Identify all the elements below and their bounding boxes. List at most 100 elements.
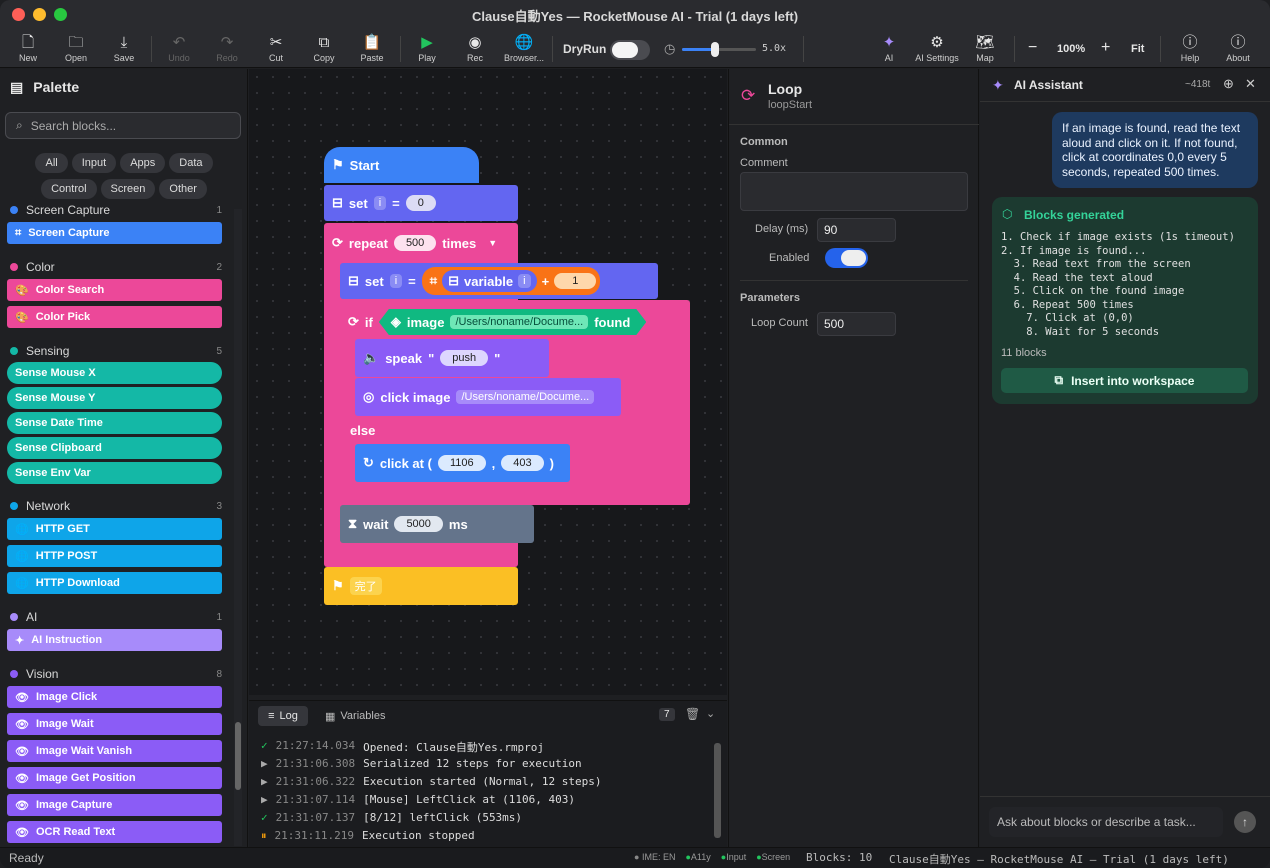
palette-block-http-post[interactable]: 🌐 HTTP POST — [7, 545, 222, 567]
palette-block-image-wait[interactable]: 👁 Image Wait — [7, 713, 222, 735]
palette-block-sense-env-var[interactable]: Sense Env Var — [7, 462, 222, 484]
new-button[interactable]: 🗋 New — [6, 33, 50, 63]
zoom-in-button[interactable]: + — [1101, 39, 1110, 57]
image-found-condition[interactable]: ◈ image/Users/noname/Docume... found — [379, 309, 646, 335]
y-coordinate-input[interactable]: 403 — [501, 455, 544, 471]
variable-reporter[interactable]: ⊟ variable i — [442, 270, 537, 292]
chevron-down-icon[interactable]: ⌄ — [706, 707, 715, 720]
loop-count-input[interactable]: 500 — [817, 312, 896, 336]
ai-button[interactable]: ✦ AI — [867, 33, 911, 63]
palette-block-sense-clipboard[interactable]: Sense Clipboard — [7, 437, 222, 459]
delay-input[interactable]: 90 — [817, 218, 896, 242]
map-button[interactable]: 🗺 Map — [963, 33, 1007, 63]
record-button[interactable]: ◉ Rec — [453, 33, 497, 63]
palette-block-sense-date-time[interactable]: Sense Date Time — [7, 412, 222, 434]
click-at-block[interactable]: ↻ click at (1106, 403) — [355, 444, 570, 482]
speed-slider-thumb[interactable] — [711, 42, 719, 57]
category-sensing[interactable]: Sensing 5 — [10, 344, 222, 358]
chip-other[interactable]: Other — [159, 179, 207, 199]
new-chat-icon[interactable]: ⊕ — [1223, 76, 1234, 92]
value-input[interactable]: 1 — [554, 273, 597, 289]
palette-block-screen-capture[interactable]: ⌗ Screen Capture — [7, 222, 222, 244]
chip-screen[interactable]: Screen — [100, 179, 156, 199]
variable-dropdown[interactable]: i — [373, 196, 387, 210]
close-icon[interactable]: ✕ — [1245, 76, 1256, 92]
play-button[interactable]: ▶ Play — [405, 33, 449, 63]
tab-log[interactable]: ≡ Log — [258, 706, 308, 726]
palette-block-image-click[interactable]: 👁 Image Click — [7, 686, 222, 708]
image-path-field[interactable]: /Users/noname/Docume... — [456, 390, 595, 404]
comment-textarea[interactable] — [740, 172, 968, 211]
palette-block-image-get-position[interactable]: 👁 Image Get Position — [7, 767, 222, 789]
save-button[interactable]: ⤓ Save — [102, 33, 146, 63]
click-image-block[interactable]: ◎ click image/Users/noname/Docume... — [355, 378, 621, 416]
palette-block-image-wait-vanish[interactable]: 👁 Image Wait Vanish — [7, 740, 222, 762]
browser-button[interactable]: 🌐 Browser... — [501, 33, 547, 63]
variable-dropdown[interactable]: i — [518, 274, 531, 288]
trash-icon[interactable]: 🗑 — [685, 707, 700, 721]
chip-apps[interactable]: Apps — [120, 153, 166, 173]
end-block[interactable]: ⚑ 完了 — [324, 567, 518, 605]
palette-block-color-search[interactable]: 🎨 Color Search — [7, 279, 222, 301]
tab-variables[interactable]: ▦ Variables — [325, 706, 385, 726]
chip-all[interactable]: All — [35, 153, 68, 173]
copy-button[interactable]: ⧉ Copy — [302, 33, 346, 63]
palette-block-http-get[interactable]: 🌐 HTTP GET — [7, 518, 222, 540]
close-window-button[interactable] — [12, 8, 25, 21]
open-button[interactable]: 🗀 Open — [54, 33, 98, 63]
palette-block-ocr-read-text[interactable]: 👁 OCR Read Text — [7, 821, 222, 843]
repeat-block[interactable]: ⟳ repeat 500 times ▼ — [324, 227, 518, 259]
palette-block-ai-instruction[interactable]: ✦ AI Instruction — [7, 629, 222, 651]
cut-button[interactable]: ✂ Cut — [254, 33, 298, 63]
dryrun-toggle[interactable] — [610, 40, 650, 60]
start-block[interactable]: ⚑ Start — [324, 147, 479, 183]
send-button[interactable]: ↑ — [1234, 811, 1256, 833]
zoom-out-button[interactable]: − — [1028, 39, 1037, 57]
log-scrollbar[interactable] — [714, 743, 721, 838]
set-increment-block[interactable]: ⊟ set i = ⌗ ⊟ variable i +1 — [340, 263, 658, 299]
minimize-window-button[interactable] — [33, 8, 46, 21]
set-variable-block[interactable]: ⊟ set i = 0 — [324, 185, 518, 221]
workspace-canvas[interactable]: ⚑ Start ⊟ set i = 0 ⟳ repeat 500 times ▼ ⊟ set i = ⌗… — [249, 69, 727, 695]
chip-control[interactable]: Control — [41, 179, 97, 199]
chip-input[interactable]: Input — [71, 153, 117, 173]
palette-block-color-pick[interactable]: 🎨 Color Pick — [7, 306, 222, 328]
category-screen-capture[interactable]: Screen Capture 1 — [10, 203, 222, 217]
variable-dropdown[interactable]: i — [389, 274, 403, 288]
ai-settings-button[interactable]: ⚙ AI Settings — [911, 33, 963, 63]
palette-block-http-download[interactable]: 🌐 HTTP Download — [7, 572, 222, 594]
fit-button[interactable]: Fit — [1131, 43, 1144, 55]
palette-scrollbar[interactable] — [234, 209, 242, 846]
palette-block-sense-mouse-y[interactable]: Sense Mouse Y — [7, 387, 222, 409]
speed-slider[interactable] — [682, 42, 756, 57]
value-input[interactable]: 0 — [405, 195, 436, 211]
insert-into-workspace-button[interactable]: ⧉ Insert into workspace — [1001, 368, 1248, 393]
scrollbar-thumb[interactable] — [235, 722, 241, 790]
paste-button[interactable]: 📋 Paste — [350, 33, 394, 63]
wait-duration-input[interactable]: 5000 — [394, 516, 443, 532]
repeat-count-input[interactable]: 500 — [393, 235, 437, 251]
chip-data[interactable]: Data — [169, 153, 213, 173]
zoom-window-button[interactable] — [54, 8, 67, 21]
wait-block[interactable]: ⧗ wait 5000 ms — [340, 505, 534, 543]
add-operator-block[interactable]: ⌗ ⊟ variable i +1 — [421, 267, 601, 295]
palette-block-sense-mouse-x[interactable]: Sense Mouse X — [7, 362, 222, 384]
if-block[interactable]: ⟳ if ◈ image/Users/noname/Docume... found — [340, 305, 690, 339]
category-color[interactable]: Color 2 — [10, 260, 222, 274]
ai-chat-input[interactable]: Ask about blocks or describe a task... — [989, 807, 1223, 837]
enabled-toggle[interactable] — [825, 248, 868, 268]
category-network[interactable]: Network 3 — [10, 499, 222, 513]
log-status-icon: ▶ — [261, 757, 268, 770]
block-search-input[interactable]: ⌕ Search blocks... — [5, 112, 241, 139]
speak-text-input[interactable]: push — [440, 350, 489, 366]
image-path-field[interactable]: /Users/noname/Docume... — [450, 315, 588, 329]
category-vision[interactable]: Vision 8 — [10, 667, 222, 681]
undo-button[interactable]: ↶ Undo — [157, 33, 201, 63]
redo-button[interactable]: ↷ Redo — [205, 33, 249, 63]
about-button[interactable]: ⓘ About — [1216, 33, 1260, 63]
help-button[interactable]: ⓘ Help — [1168, 33, 1212, 63]
speak-block[interactable]: 🔈 speak " push " — [355, 339, 549, 377]
x-coordinate-input[interactable]: 1106 — [437, 455, 486, 471]
category-ai[interactable]: AI 1 — [10, 610, 222, 624]
palette-block-image-capture[interactable]: 👁 Image Capture — [7, 794, 222, 816]
